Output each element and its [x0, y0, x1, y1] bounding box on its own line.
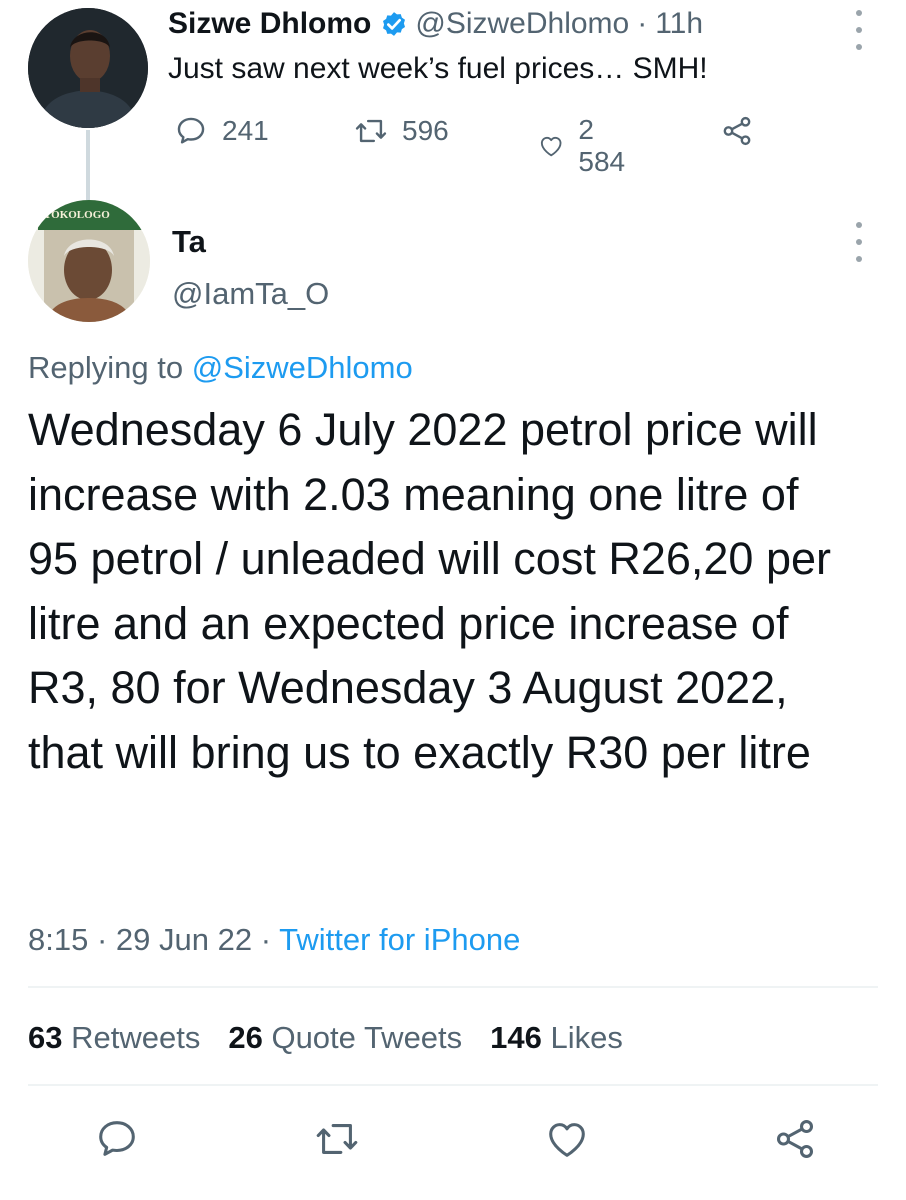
parent-share-button[interactable] — [720, 114, 768, 148]
avatar-book-text: TOKOLOGO — [44, 209, 110, 221]
main-author-handle[interactable]: @IamTa_O — [172, 276, 329, 312]
person-avatar-image: TOKOLOGO — [28, 200, 150, 322]
tweet-time[interactable]: 8:15 — [28, 922, 88, 957]
retweet-icon — [355, 119, 387, 143]
replying-to-label: Replying to — [28, 350, 184, 385]
retweet-button[interactable] — [312, 1114, 362, 1164]
parent-like-count: 2 584 — [578, 114, 626, 177]
reply-icon — [177, 117, 205, 144]
parent-tweet[interactable]: Sizwe Dhlomo @SizweDhlomo · 11h Just saw… — [0, 0, 906, 202]
likes-label: Likes — [550, 1020, 623, 1055]
divider — [28, 1084, 878, 1086]
main-tweet-text: Wednesday 6 July 2022 petrol price will … — [28, 404, 831, 778]
reply-icon — [99, 1121, 135, 1156]
parent-tweet-text: Just saw next week’s fuel prices… SMH! — [168, 52, 708, 85]
heart-icon — [549, 1123, 585, 1157]
replying-to-line: Replying to @SizweDhlomo — [28, 350, 413, 386]
quote-tweets-stat[interactable]: 26 Quote Tweets — [228, 1020, 462, 1056]
separator-dot: · — [260, 922, 272, 957]
tweet-source-link[interactable]: Twitter for iPhone — [279, 922, 520, 957]
verified-badge-icon — [383, 12, 406, 36]
share-button[interactable] — [770, 1114, 820, 1164]
parent-author-name[interactable]: Sizwe Dhlomo — [168, 7, 371, 41]
parent-retweet-button[interactable]: 596 — [354, 114, 449, 148]
like-button[interactable] — [542, 1114, 592, 1164]
main-tweet-avatar[interactable]: TOKOLOGO — [28, 200, 150, 322]
separator-dot: · — [637, 7, 648, 40]
more-options-icon[interactable] — [852, 222, 866, 262]
reply-button[interactable] — [92, 1114, 142, 1164]
separator-dot: · — [96, 922, 108, 957]
main-author-name[interactable]: Ta — [172, 224, 206, 260]
share-icon — [723, 116, 751, 146]
quote-tweets-label: Quote Tweets — [271, 1020, 463, 1055]
divider — [28, 986, 878, 988]
retweets-count: 63 — [28, 1020, 63, 1055]
thread-connector-line — [86, 130, 90, 202]
quote-tweets-count: 26 — [228, 1020, 263, 1055]
heart-icon — [540, 136, 562, 157]
retweets-label: Retweets — [71, 1020, 201, 1055]
parent-tweet-header: Sizwe Dhlomo @SizweDhlomo · 11h — [168, 4, 703, 44]
parent-reply-count: 241 — [222, 115, 269, 146]
retweet-icon — [316, 1124, 358, 1154]
replying-to-link[interactable]: @SizweDhlomo — [192, 350, 413, 385]
more-options-icon[interactable] — [852, 10, 866, 50]
parent-avatar[interactable] — [28, 8, 148, 128]
retweets-stat[interactable]: 63 Retweets — [28, 1020, 200, 1056]
main-tweet-actions — [0, 1114, 906, 1164]
tweet-date[interactable]: 29 Jun 22 — [116, 922, 252, 957]
likes-count: 146 — [490, 1020, 542, 1055]
engagement-stats: 63 Retweets 26 Quote Tweets 146 Likes — [28, 1018, 651, 1058]
tweet-meta: 8:15 · 29 Jun 22 · Twitter for iPhone — [28, 922, 520, 958]
parent-like-button[interactable]: 2 584 — [538, 114, 633, 178]
person-avatar-image — [28, 8, 148, 128]
parent-tweet-time[interactable]: 11h — [655, 7, 703, 41]
parent-author-handle[interactable]: @SizweDhlomo — [415, 7, 629, 41]
parent-reply-button[interactable]: 241 — [174, 114, 269, 148]
share-icon — [776, 1120, 814, 1158]
likes-stat[interactable]: 146 Likes — [490, 1020, 623, 1056]
parent-retweet-count: 596 — [402, 115, 449, 146]
